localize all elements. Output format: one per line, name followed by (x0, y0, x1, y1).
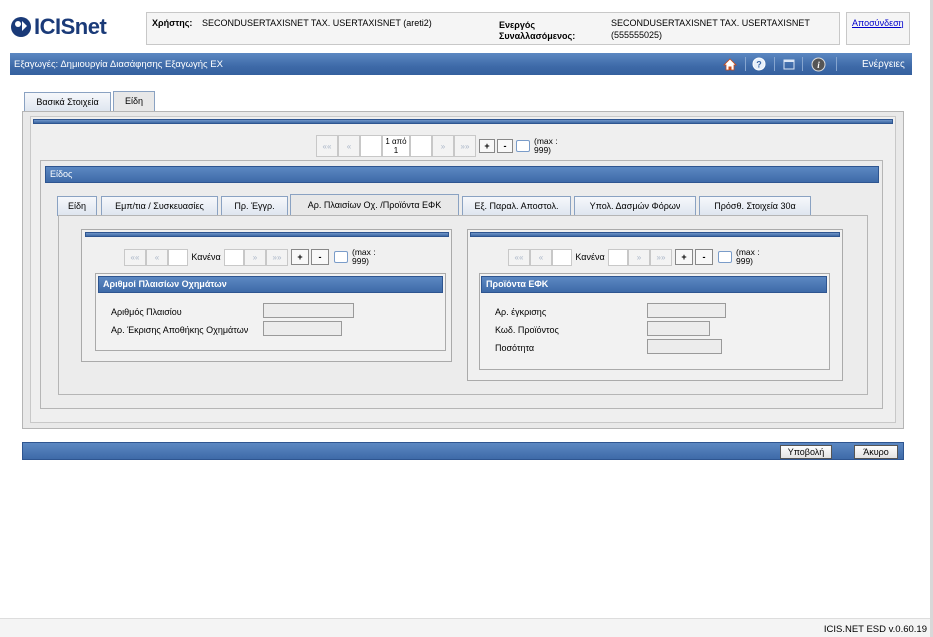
quantity-input[interactable] (647, 339, 722, 354)
select-checkbox[interactable] (516, 140, 530, 152)
chassis-max-label: (max :999) (352, 247, 376, 266)
chassis-remove-button[interactable]: - (311, 249, 329, 265)
chassis-pager: «« « Κανένα » »» + - (max :999) (124, 248, 376, 266)
max-label: (max :999) (534, 136, 558, 155)
action-bar: Υποβολή Άκυρο (22, 442, 904, 460)
user-value: SECONDUSERTAXISNET TAX. USERTAXISNET (ar… (202, 18, 432, 28)
user-label: Χρήστης: (152, 18, 193, 28)
efk-last-button[interactable]: »» (650, 248, 672, 266)
tab-basic-info[interactable]: Βασικά Στοιχεία (24, 92, 111, 112)
efk-prev-button[interactable]: « (530, 248, 552, 266)
chassis-add-button[interactable]: + (291, 249, 309, 265)
items-pager: «« « 1 από 1 » »» + - (max :999) (316, 135, 558, 157)
actions-menu[interactable]: Ενέργειες (862, 59, 905, 70)
tab-shipping[interactable]: Εξ. Παραλ. Αποστολ. (462, 196, 571, 216)
tab-additional-30a[interactable]: Πρόσθ. Στοιχεία 30α (699, 196, 811, 216)
efk-max-label: (max :999) (736, 247, 760, 266)
next-page-button[interactable]: » (432, 135, 454, 157)
add-item-button[interactable]: + (479, 139, 495, 153)
tab-duties-taxes[interactable]: Υπολ. Δασμών Φόρων (574, 196, 696, 216)
chassis-page-indicator: Κανένα (191, 251, 221, 262)
header: ICISnet Χρήστης: SECONDUSERTAXISNET TAX.… (0, 0, 933, 49)
home-icon[interactable] (722, 56, 738, 72)
acting-label-1: Ενεργός (499, 20, 536, 30)
page-current: 1 από (385, 137, 407, 146)
remove-item-button[interactable]: - (497, 139, 513, 153)
acting-value-2: (555555025) (611, 30, 663, 40)
tab-items[interactable]: Είδη (113, 91, 155, 112)
tab-goods-packages[interactable]: Εμπ/τια / Συσκευασίες (101, 196, 218, 216)
chassis-number-label: Αριθμός Πλαισίου (111, 307, 182, 317)
logo: ICISnet (10, 12, 107, 42)
efk-section-title: Προϊόντα ΕΦΚ (481, 276, 827, 293)
last-page-button[interactable]: »» (454, 135, 476, 157)
efk-checkbox[interactable] (718, 251, 732, 263)
efk-page-indicator: Κανένα (575, 251, 605, 262)
logout-link[interactable]: Αποσύνδεση (852, 18, 904, 28)
tab-chassis-efk[interactable]: Αρ. Πλαισίων Οχ. /Προϊόντα ΕΦΚ (290, 194, 459, 217)
logo-mark-icon (11, 17, 31, 37)
efk-pager: «« « Κανένα » »» + - (max :999) (508, 248, 760, 266)
tab-items-list[interactable]: Είδη (57, 196, 97, 216)
logout-box: Αποσύνδεση (846, 12, 910, 45)
acting-value-1: SECONDUSERTAXISNET TAX. USERTAXISNET (611, 18, 810, 28)
quantity-label: Ποσότητα (495, 343, 535, 353)
efk-add-button[interactable]: + (675, 249, 693, 265)
tab-prev-docs[interactable]: Πρ. Έγγρ. (221, 196, 288, 216)
page-indicator: 1 από 1 (382, 135, 410, 157)
chassis-checkbox[interactable] (334, 251, 348, 263)
efk-first-button[interactable]: «« (508, 248, 530, 266)
approval-number-input[interactable] (647, 303, 726, 318)
chassis-last-button[interactable]: »» (266, 248, 288, 266)
item-section-title: Είδος (45, 166, 879, 183)
chassis-section-title: Αριθμοί Πλαισίων Οχημάτων (98, 276, 443, 293)
acting-label-2: Συναλλασόμενος: (499, 31, 576, 41)
warehouse-approval-input[interactable] (263, 321, 342, 336)
footer: ICIS.NET ESD v.0.60.19 (0, 618, 933, 637)
submit-button[interactable]: Υποβολή (780, 445, 832, 459)
chassis-first-button[interactable]: «« (124, 248, 146, 266)
chassis-prev-button[interactable]: « (146, 248, 168, 266)
help-icon[interactable]: ? (751, 56, 767, 72)
cancel-button[interactable]: Άκυρο (854, 445, 898, 459)
page-total: 1 (393, 146, 399, 155)
page-title: Εξαγωγές: Δημιουργία Διασάφησης Εξαγωγής… (14, 59, 223, 70)
first-page-button[interactable]: «« (316, 135, 338, 157)
product-code-input[interactable] (647, 321, 710, 336)
items-panel-bar (33, 119, 893, 124)
svg-text:?: ? (756, 60, 762, 70)
warehouse-approval-label: Αρ. Έκρισης Αποθήκης Οχημάτων (111, 325, 249, 335)
efk-panel-bar (470, 232, 840, 237)
efk-next-button[interactable]: » (628, 248, 650, 266)
chassis-number-input[interactable] (263, 303, 354, 318)
efk-remove-button[interactable]: - (695, 249, 713, 265)
product-code-label: Κωδ. Προϊόντος (495, 325, 559, 335)
chassis-panel-bar (85, 232, 449, 237)
logo-text: ICISnet (34, 14, 107, 39)
prev-page-button[interactable]: « (338, 135, 360, 157)
info-icon[interactable]: i (810, 56, 826, 72)
title-bar: Εξαγωγές: Δημιουργία Διασάφησης Εξαγωγής… (10, 53, 912, 75)
approval-number-label: Αρ. έγκρισης (495, 307, 547, 317)
user-info-box: Χρήστης: SECONDUSERTAXISNET TAX. USERTAX… (146, 12, 840, 45)
window-icon[interactable] (781, 56, 797, 72)
chassis-next-button[interactable]: » (244, 248, 266, 266)
version-label: ICIS.NET ESD v.0.60.19 (823, 624, 927, 635)
